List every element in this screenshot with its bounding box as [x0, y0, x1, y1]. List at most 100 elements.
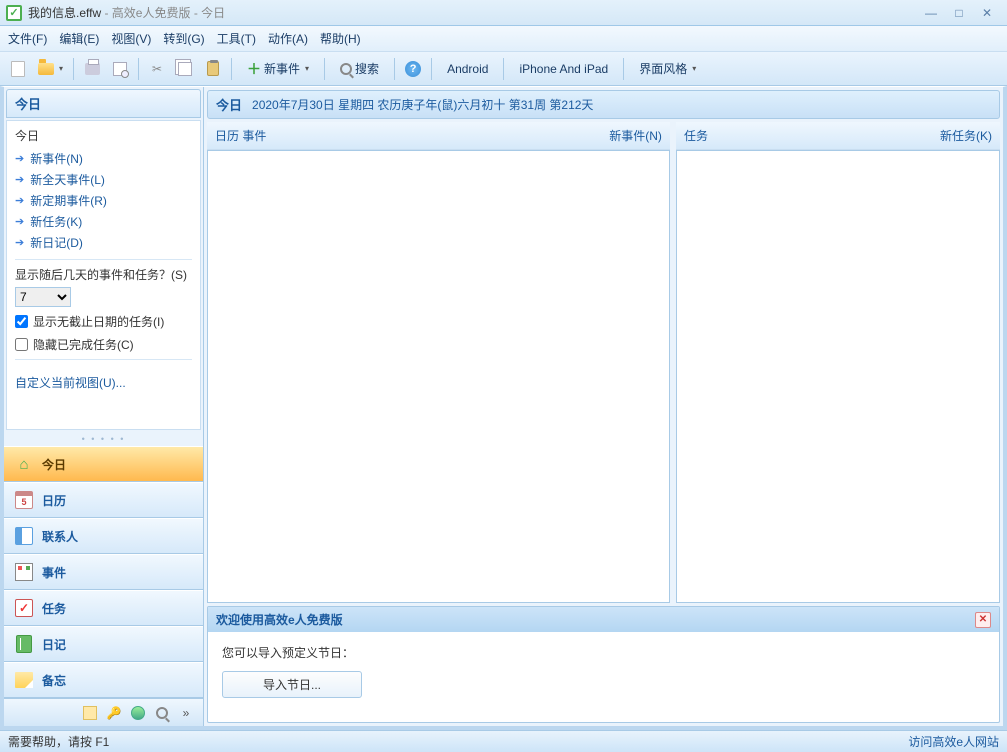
nav-contacts[interactable]: 联系人 [4, 518, 203, 554]
toolbar: ▾ ✂ ＋新事件▾ 搜索 ? Android iPhone And iPad 界… [0, 52, 1007, 86]
nav-today[interactable]: ⌂今日 [4, 446, 203, 482]
welcome-title: 欢迎使用高效e人免费版 [216, 611, 343, 628]
welcome-body: 您可以导入预定义节日： 导入节日... [208, 632, 999, 722]
nav-events-label: 事件 [42, 564, 66, 581]
open-button[interactable]: ▾ [34, 57, 67, 81]
status-help-text: 需要帮助，请按 F1 [8, 733, 109, 750]
minimize-button[interactable]: — [917, 4, 945, 22]
menu-help[interactable]: 帮助(H) [320, 30, 361, 47]
window-title-suffix: - 高效e人免费版 - 今日 [101, 6, 225, 20]
folder-icon [38, 63, 54, 75]
chk-hide-done-box[interactable] [15, 338, 28, 351]
welcome-text: 您可以导入预定义节日： [222, 644, 985, 661]
tasks-header: 任务 新任务(K) [676, 122, 1000, 150]
panels-row: 日历 事件 新事件(N) 任务 新任务(K) [207, 122, 1000, 603]
search-icon [156, 707, 168, 719]
calendar-events-body [207, 150, 670, 603]
status-site-link[interactable]: 访问高效e人网站 [908, 733, 999, 750]
today-bar-date: 2020年7月30日 星期四 农历庚子年(鼠)六月初十 第31周 第212天 [252, 96, 593, 113]
nav-tasks[interactable]: ✓任务 [4, 590, 203, 626]
plus-icon: ＋ [247, 59, 261, 79]
search-label: 搜索 [355, 60, 379, 77]
link-new-diary-label: 新日记(D) [30, 234, 83, 251]
statusbar: 需要帮助，请按 F1 访问高效e人网站 [0, 730, 1007, 752]
print-preview-button[interactable] [108, 57, 132, 81]
arrow-icon: ➔ [15, 194, 24, 207]
copy-button[interactable] [173, 57, 197, 81]
new-doc-button[interactable] [6, 57, 30, 81]
copy-icon [178, 62, 192, 76]
menu-goto[interactable]: 转到(G) [163, 30, 204, 47]
chevron-down-icon: ▾ [305, 64, 309, 73]
link-new-recurring-label: 新定期事件(R) [30, 192, 107, 209]
task-icon: ✓ [15, 599, 33, 617]
arrow-icon: ➔ [15, 173, 24, 186]
days-question-label: 显示随后几天的事件和任务？(S) [15, 266, 192, 283]
menu-actions[interactable]: 动作(A) [268, 30, 308, 47]
iphone-button[interactable]: iPhone And iPad [510, 57, 617, 81]
welcome-close-button[interactable]: ✕ [975, 612, 991, 628]
nav-calendar-label: 日历 [42, 492, 66, 509]
import-holidays-button[interactable]: 导入节日... [222, 671, 362, 698]
menu-tools[interactable]: 工具(T) [217, 30, 256, 47]
print-button[interactable] [80, 57, 104, 81]
menu-edit[interactable]: 编辑(E) [59, 30, 99, 47]
home-icon: ⌂ [14, 454, 34, 474]
nav-grip[interactable]: • • • • • [4, 432, 203, 446]
tasks-panel: 任务 新任务(K) [676, 122, 1000, 603]
chevron-down-icon: ▾ [59, 64, 63, 73]
cut-icon: ✂ [152, 62, 162, 76]
cut-button[interactable]: ✂ [145, 57, 169, 81]
nav-memo[interactable]: 备忘 [4, 662, 203, 698]
footer-globe-icon[interactable] [129, 704, 147, 722]
search-icon [340, 63, 352, 75]
nav-events[interactable]: 事件 [4, 554, 203, 590]
custom-view-link[interactable]: 自定义当前视图(U)... [15, 374, 126, 391]
tasks-title: 任务 [684, 127, 708, 144]
chk-hide-done-label: 隐藏已完成任务(C) [33, 336, 134, 353]
chk-no-deadline[interactable]: 显示无截止日期的任务(I) [15, 313, 192, 330]
welcome-panel: 欢迎使用高效e人免费版 ✕ 您可以导入预定义节日： 导入节日... [207, 606, 1000, 723]
menu-view[interactable]: 视图(V) [111, 30, 151, 47]
chk-no-deadline-box[interactable] [15, 315, 28, 328]
new-event-button[interactable]: ＋新事件▾ [238, 57, 318, 81]
paste-button[interactable] [201, 57, 225, 81]
new-task-link[interactable]: 新任务(K) [940, 127, 992, 144]
new-event-link[interactable]: 新事件(N) [609, 127, 662, 144]
close-button[interactable]: ✕ [973, 4, 1001, 22]
sidebar-section-label: 今日 [15, 127, 192, 144]
calendar-events-title: 日历 事件 [215, 127, 266, 144]
event-icon [15, 563, 33, 581]
search-button[interactable]: 搜索 [331, 57, 388, 81]
memo-icon [15, 672, 33, 688]
menu-file[interactable]: 文件(F) [8, 30, 47, 47]
link-new-event[interactable]: ➔新事件(N) [15, 148, 192, 169]
link-new-recurring[interactable]: ➔ 新定期事件(R) [15, 190, 192, 211]
link-new-diary[interactable]: ➔新日记(D) [15, 232, 192, 253]
link-new-allday[interactable]: ➔ 新全天事件(L) [15, 169, 192, 190]
days-select[interactable]: 7 [15, 287, 71, 307]
paste-icon [207, 61, 219, 76]
theme-label: 界面风格 [639, 60, 687, 77]
maximize-button[interactable]: □ [945, 4, 973, 22]
calendar-icon [15, 491, 33, 509]
footer-more-button[interactable]: » [177, 704, 195, 722]
nav-calendar[interactable]: 日历 [4, 482, 203, 518]
left-panel-header: 今日 [6, 89, 201, 118]
android-button[interactable]: Android [438, 57, 497, 81]
calendar-events-panel: 日历 事件 新事件(N) [207, 122, 670, 603]
help-button[interactable]: ? [401, 57, 425, 81]
tasks-body [676, 150, 1000, 603]
left-panel: 今日 今日 ➔新事件(N) ➔新全天事件(L) ➔新定期事件(R) ➔新任务(K… [4, 87, 204, 726]
footer-note-icon[interactable] [81, 704, 99, 722]
nav-list: • • • • • ⌂今日 日历 联系人 事件 ✓任务 日记 备忘 🔑 » [4, 432, 203, 726]
footer-key-icon[interactable]: 🔑 [105, 704, 123, 722]
footer-search-icon[interactable] [153, 704, 171, 722]
link-new-task[interactable]: ➔新任务(K) [15, 211, 192, 232]
chk-hide-done[interactable]: 隐藏已完成任务(C) [15, 336, 192, 353]
arrow-icon: ➔ [15, 152, 24, 165]
link-new-task-label: 新任务(K) [30, 213, 82, 230]
link-new-allday-label: 新全天事件(L) [30, 171, 105, 188]
theme-button[interactable]: 界面风格▾ [630, 57, 705, 81]
nav-diary[interactable]: 日记 [4, 626, 203, 662]
